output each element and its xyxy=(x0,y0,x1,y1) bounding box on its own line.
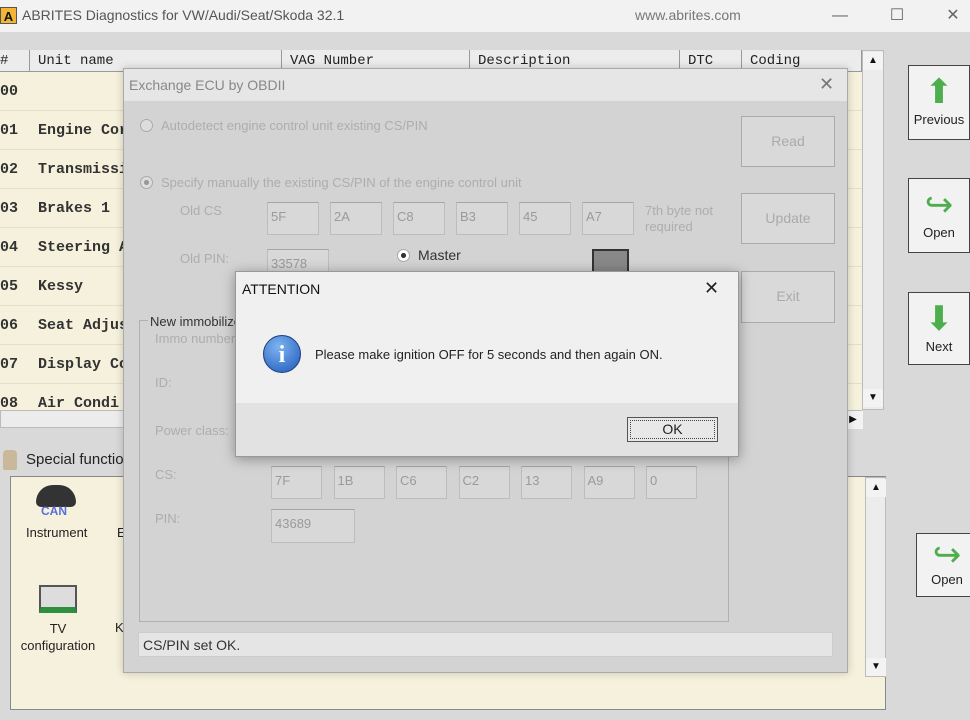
old-cs-byte-field[interactable]: C8 xyxy=(393,202,445,235)
arrow-up-icon: ⬆ xyxy=(924,73,954,111)
row-unit-name: Steering A xyxy=(38,239,129,256)
row-unit-name: Seat Adjus xyxy=(38,317,129,334)
cs-label: CS: xyxy=(155,467,177,482)
close-icon[interactable]: ✕ xyxy=(704,278,719,299)
open-label: Open xyxy=(923,225,955,240)
minimize-button[interactable]: — xyxy=(825,4,855,28)
dialog-title: Exchange ECU by OBDII xyxy=(129,77,286,93)
previous-label: Previous xyxy=(913,112,965,127)
cs-byte-field[interactable]: A9 xyxy=(583,466,635,499)
row-unit-name: Display Co xyxy=(38,356,129,373)
old-cs-byte-field[interactable]: A7 xyxy=(582,202,634,235)
old-cs-byte-field[interactable]: 45 xyxy=(519,202,571,235)
exit-button[interactable]: Exit xyxy=(741,271,835,323)
master-label: Master xyxy=(418,247,461,263)
special-vertical-scrollbar[interactable]: ▲ ▼ xyxy=(865,477,886,677)
tv-configuration-item[interactable]: TV configuration xyxy=(16,620,100,654)
instrument-item[interactable]: Instrument xyxy=(26,525,87,540)
seventh-byte-note: 7th byte not required xyxy=(645,203,713,234)
old-pin-label: Old PIN: xyxy=(180,251,230,266)
manual-label: Specify manually the existing CS/PIN of … xyxy=(161,175,522,190)
row-number: 08 xyxy=(0,395,19,410)
cs-byte-field[interactable]: C2 xyxy=(458,466,510,499)
close-button[interactable]: ✕ xyxy=(938,4,968,28)
group-label: New immobilize xyxy=(148,314,244,329)
cs-byte-field[interactable]: 7F xyxy=(271,466,322,499)
power-class-label: Power class: xyxy=(155,423,229,438)
row-unit-name: Engine Cor xyxy=(38,122,129,139)
open-arrow-icon: ↪ xyxy=(932,536,962,574)
row-number: 03 xyxy=(0,200,19,217)
immo-number-label: Immo number xyxy=(155,331,236,346)
open-button[interactable]: ↪ Open xyxy=(908,178,970,253)
old-cs-label: Old CS xyxy=(180,203,222,218)
old-cs-byte-field[interactable]: 5F xyxy=(267,202,319,235)
row-number: 05 xyxy=(0,278,19,295)
cs-byte-field[interactable]: 1B xyxy=(333,466,385,499)
attention-dialog: ATTENTION ✕ i Please make ignition OFF f… xyxy=(235,271,739,457)
row-number: 02 xyxy=(0,161,19,178)
cs-byte-field[interactable]: C6 xyxy=(396,466,447,499)
pin-field[interactable]: 43689 xyxy=(271,509,355,543)
app-logo: A xyxy=(0,7,17,24)
arrow-down-icon: ⬇ xyxy=(924,300,954,338)
next-button[interactable]: ⬇ Next xyxy=(908,292,970,365)
lock-icon xyxy=(3,450,17,470)
cs-byte-field[interactable]: 0 xyxy=(646,466,697,499)
special-functions-label: Special functio xyxy=(26,451,124,468)
open-label: Open xyxy=(931,572,963,587)
column-header-number[interactable]: # xyxy=(0,50,30,72)
pin-label: PIN: xyxy=(155,511,181,526)
maximize-button[interactable]: ☐ xyxy=(882,4,912,28)
scroll-down-arrow[interactable]: ▼ xyxy=(866,658,886,676)
row-unit-name: Transmissi xyxy=(38,161,129,178)
ok-button[interactable]: OK xyxy=(627,417,718,442)
info-icon: i xyxy=(263,335,301,373)
table-vertical-scrollbar[interactable]: ▲ ▼ xyxy=(862,50,884,410)
cs-byte-field[interactable]: 13 xyxy=(521,466,572,499)
next-label: Next xyxy=(925,339,953,354)
status-bar: CS/PIN set OK. xyxy=(138,632,833,657)
read-button[interactable]: Read xyxy=(741,116,835,167)
autodetect-label: Autodetect engine control unit existing … xyxy=(161,118,428,133)
dialog-title-bar: Exchange ECU by OBDII ✕ xyxy=(124,69,847,101)
tv-icon xyxy=(39,585,77,613)
row-number: 07 xyxy=(0,356,19,373)
close-icon[interactable]: ✕ xyxy=(819,74,834,95)
master-radio[interactable] xyxy=(397,249,410,262)
scroll-up-arrow[interactable]: ▲ xyxy=(866,479,886,497)
can-badge: CAN xyxy=(41,504,67,518)
manual-radio[interactable] xyxy=(140,176,153,189)
row-unit-name: Air Condi xyxy=(38,395,120,410)
old-cs-byte-field[interactable]: B3 xyxy=(456,202,508,235)
row-unit-name: Brakes 1 xyxy=(38,200,111,217)
title-bar: A ABRITES Diagnostics for VW/Audi/Seat/S… xyxy=(0,0,970,32)
update-button[interactable]: Update xyxy=(741,193,835,244)
row-unit-name: Kessy xyxy=(38,278,84,295)
scroll-down-arrow[interactable]: ▼ xyxy=(863,389,883,407)
open-arrow-icon: ↪ xyxy=(924,186,954,224)
row-number: 00 xyxy=(0,83,19,100)
row-number: 01 xyxy=(0,122,19,139)
row-number: 04 xyxy=(0,239,19,256)
row-number: 06 xyxy=(0,317,19,334)
attention-title: ATTENTION xyxy=(242,281,321,297)
scroll-up-arrow[interactable]: ▲ xyxy=(863,52,883,70)
open-function-button[interactable]: ↪ Open xyxy=(916,533,970,597)
old-cs-byte-field[interactable]: 2A xyxy=(330,202,382,235)
attention-message: Please make ignition OFF for 5 seconds a… xyxy=(315,347,663,362)
autodetect-radio[interactable] xyxy=(140,119,153,132)
id-label: ID: xyxy=(155,375,172,390)
website-url: www.abrites.com xyxy=(635,7,741,23)
previous-button[interactable]: ⬆ Previous xyxy=(908,65,970,140)
window-title: ABRITES Diagnostics for VW/Audi/Seat/Sko… xyxy=(22,7,345,23)
